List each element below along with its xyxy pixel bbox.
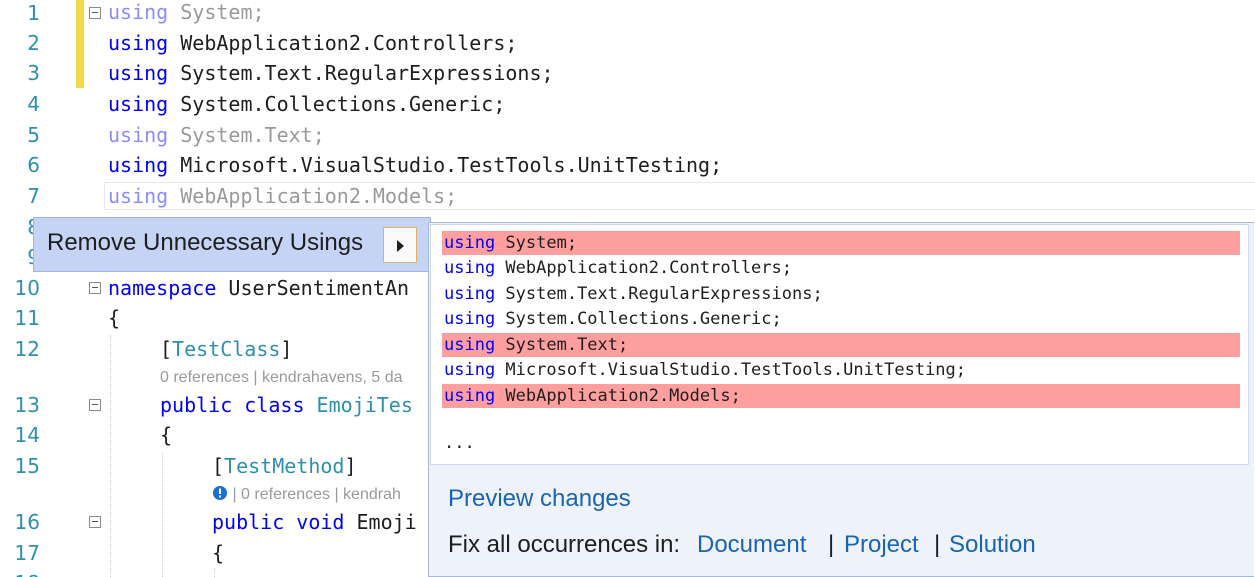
line-number: 7 bbox=[27, 184, 40, 208]
code-line: [TestMethod] bbox=[212, 454, 357, 478]
removed-line: using System; bbox=[442, 231, 1240, 255]
code-line: using WebApplication2.Controllers; bbox=[108, 31, 518, 55]
separator: | bbox=[934, 531, 941, 558]
code-line: using WebApplication2.Models; bbox=[108, 184, 458, 208]
code-line: [TestClass] bbox=[160, 337, 293, 361]
code-line: { bbox=[108, 306, 121, 330]
collapse-icon[interactable] bbox=[89, 7, 101, 19]
fix-all-document-link[interactable]: Document bbox=[697, 531, 806, 559]
code-line: public class EmojiTes bbox=[160, 393, 413, 417]
info-icon bbox=[213, 486, 227, 500]
indent-guide bbox=[162, 452, 163, 577]
quick-action-label: Remove Unnecessary Usings bbox=[47, 229, 364, 256]
line-number: 16 bbox=[14, 510, 40, 534]
line-number: 2 bbox=[27, 31, 40, 55]
chevron-right-icon[interactable] bbox=[383, 227, 417, 263]
codelens-method[interactable]: | 0 references | kendrah bbox=[212, 485, 401, 505]
line-number: 13 bbox=[14, 393, 40, 417]
line-number: 17 bbox=[14, 541, 40, 565]
collapse-icon[interactable] bbox=[89, 282, 101, 294]
diff-preview: using System; using WebApplication2.Cont… bbox=[430, 224, 1249, 465]
collapse-icon[interactable] bbox=[89, 516, 101, 528]
removed-line: using System.Text; bbox=[442, 333, 1240, 357]
fix-all-label: Fix all occurrences in: bbox=[448, 531, 681, 558]
codelens-method-text: | 0 references | kendrah bbox=[232, 486, 401, 503]
codelens-references[interactable]: 0 references | kendrahavens, 5 da bbox=[160, 368, 403, 388]
change-marker bbox=[76, 0, 84, 88]
code-line: using System.Text; bbox=[108, 123, 325, 147]
line-number: 6 bbox=[27, 153, 40, 177]
quick-action-remove-unnecessary-usings[interactable]: Remove Unnecessary Usings bbox=[33, 217, 431, 272]
line-number: 15 bbox=[14, 454, 40, 478]
line-number: 3 bbox=[27, 61, 40, 85]
preview-line: using Microsoft.VisualStudio.TestTools.U… bbox=[444, 360, 966, 380]
line-number: 11 bbox=[14, 306, 40, 330]
fix-all-solution-link[interactable]: Solution bbox=[949, 531, 1036, 559]
indent-guide bbox=[110, 335, 111, 577]
line-number: 12 bbox=[14, 337, 40, 361]
preview-ellipsis: ... bbox=[444, 433, 475, 453]
code-line: using System.Collections.Generic; bbox=[108, 92, 506, 116]
line-number: 18 bbox=[0, 568, 40, 577]
line-number: 5 bbox=[27, 123, 40, 147]
code-line: public void Emoji bbox=[212, 510, 417, 534]
line-number: 4 bbox=[27, 92, 40, 116]
code-line: namespace UserSentimentAn bbox=[108, 276, 410, 300]
code-line: { bbox=[160, 423, 173, 447]
preview-line: using System.Text.RegularExpressions; bbox=[444, 284, 823, 304]
line-number: 1 bbox=[27, 1, 40, 25]
separator: | bbox=[828, 531, 835, 558]
code-line: using System; bbox=[108, 0, 265, 24]
line-number: 10 bbox=[14, 276, 40, 300]
code-line: using System.Text.RegularExpressions; bbox=[108, 61, 554, 85]
preview-pane: using System; using WebApplication2.Cont… bbox=[428, 222, 1254, 577]
preview-line: using WebApplication2.Controllers; bbox=[444, 258, 792, 278]
preview-changes-link[interactable]: Preview changes bbox=[448, 485, 631, 513]
code-line: using Microsoft.VisualStudio.TestTools.U… bbox=[108, 153, 723, 177]
indent-guide bbox=[214, 568, 215, 577]
code-line: { bbox=[212, 541, 225, 565]
removed-line: using WebApplication2.Models; bbox=[442, 384, 1240, 408]
preview-line: using System.Collections.Generic; bbox=[444, 309, 782, 329]
collapse-icon[interactable] bbox=[89, 399, 101, 411]
fix-all-project-link[interactable]: Project bbox=[844, 531, 919, 559]
line-number: 14 bbox=[14, 423, 40, 447]
